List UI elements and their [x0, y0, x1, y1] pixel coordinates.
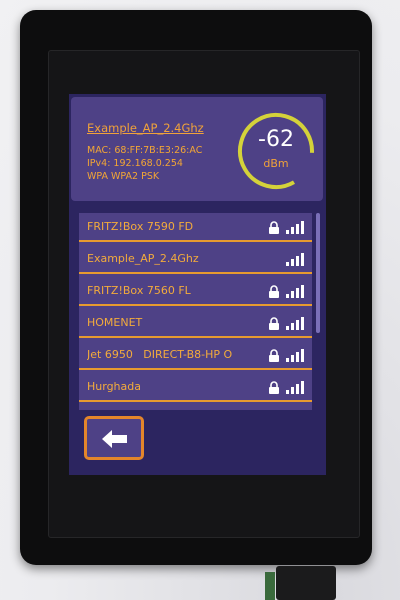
lock-icon: [269, 221, 279, 234]
mac-address: MAC: 68:FF:7B:E3:26:AC: [87, 145, 203, 156]
list-scrollbar[interactable]: [316, 213, 320, 333]
usb-plug: [265, 572, 275, 600]
wifi-scanner-screen: Example_AP_2.4Ghz MAC: 68:FF:7B:E3:26:AC…: [69, 94, 326, 475]
network-name: FRITZ!Box 7560 FL: [87, 284, 191, 297]
lock-icon: [269, 349, 279, 362]
signal-bars-icon: [286, 221, 304, 234]
ipv4-address: IPv4: 192.168.0.254: [87, 158, 183, 169]
list-item-network[interactable]: Example_AP_2.4Ghz: [79, 245, 312, 274]
back-button[interactable]: [84, 416, 144, 460]
photo-scene: Example_AP_2.4Ghz MAC: 68:FF:7B:E3:26:AC…: [0, 0, 400, 600]
lock-icon: [269, 381, 279, 394]
list-item-network[interactable]: Jet 6950 DIRECT-B8-HP O: [79, 341, 312, 370]
rssi-unit: dBm: [263, 157, 289, 170]
signal-bars-icon: [286, 349, 304, 362]
signal-bars-icon: [286, 285, 304, 298]
signal-bars-icon: [286, 253, 304, 266]
lock-icon: [269, 317, 279, 330]
list-item-network[interactable]: Hurghada: [79, 373, 312, 402]
network-name: Example_AP_2.4Ghz: [87, 252, 199, 265]
access-point-info-card: Example_AP_2.4Ghz MAC: 68:FF:7B:E3:26:AC…: [71, 97, 323, 201]
list-item-network[interactable]: FRITZ!Box 7560 FL: [79, 277, 312, 306]
lock-icon: [269, 285, 279, 298]
network-list[interactable]: FRITZ!Box 7590 FD Example_AP_2.4Ghz FRIT…: [79, 213, 312, 410]
signal-bars-icon: [286, 317, 304, 330]
network-name: HOMENET: [87, 316, 143, 329]
network-name: FRITZ!Box 7590 FD: [87, 220, 194, 233]
signal-bars-icon: [286, 381, 304, 394]
back-arrow-icon: [102, 430, 127, 448]
list-item-network[interactable]: FRITZ!Box 7590 FD: [79, 213, 312, 242]
security-type: WPA WPA2 PSK: [87, 171, 160, 182]
rssi-value: -62: [258, 127, 294, 152]
network-name: Jet 6950 DIRECT-B8-HP O: [87, 348, 233, 361]
usb-cable: [276, 566, 336, 600]
connected-ssid: Example_AP_2.4Ghz: [87, 121, 204, 135]
network-name: Hurghada: [87, 380, 141, 393]
list-item-network[interactable]: HOMENET: [79, 309, 312, 338]
